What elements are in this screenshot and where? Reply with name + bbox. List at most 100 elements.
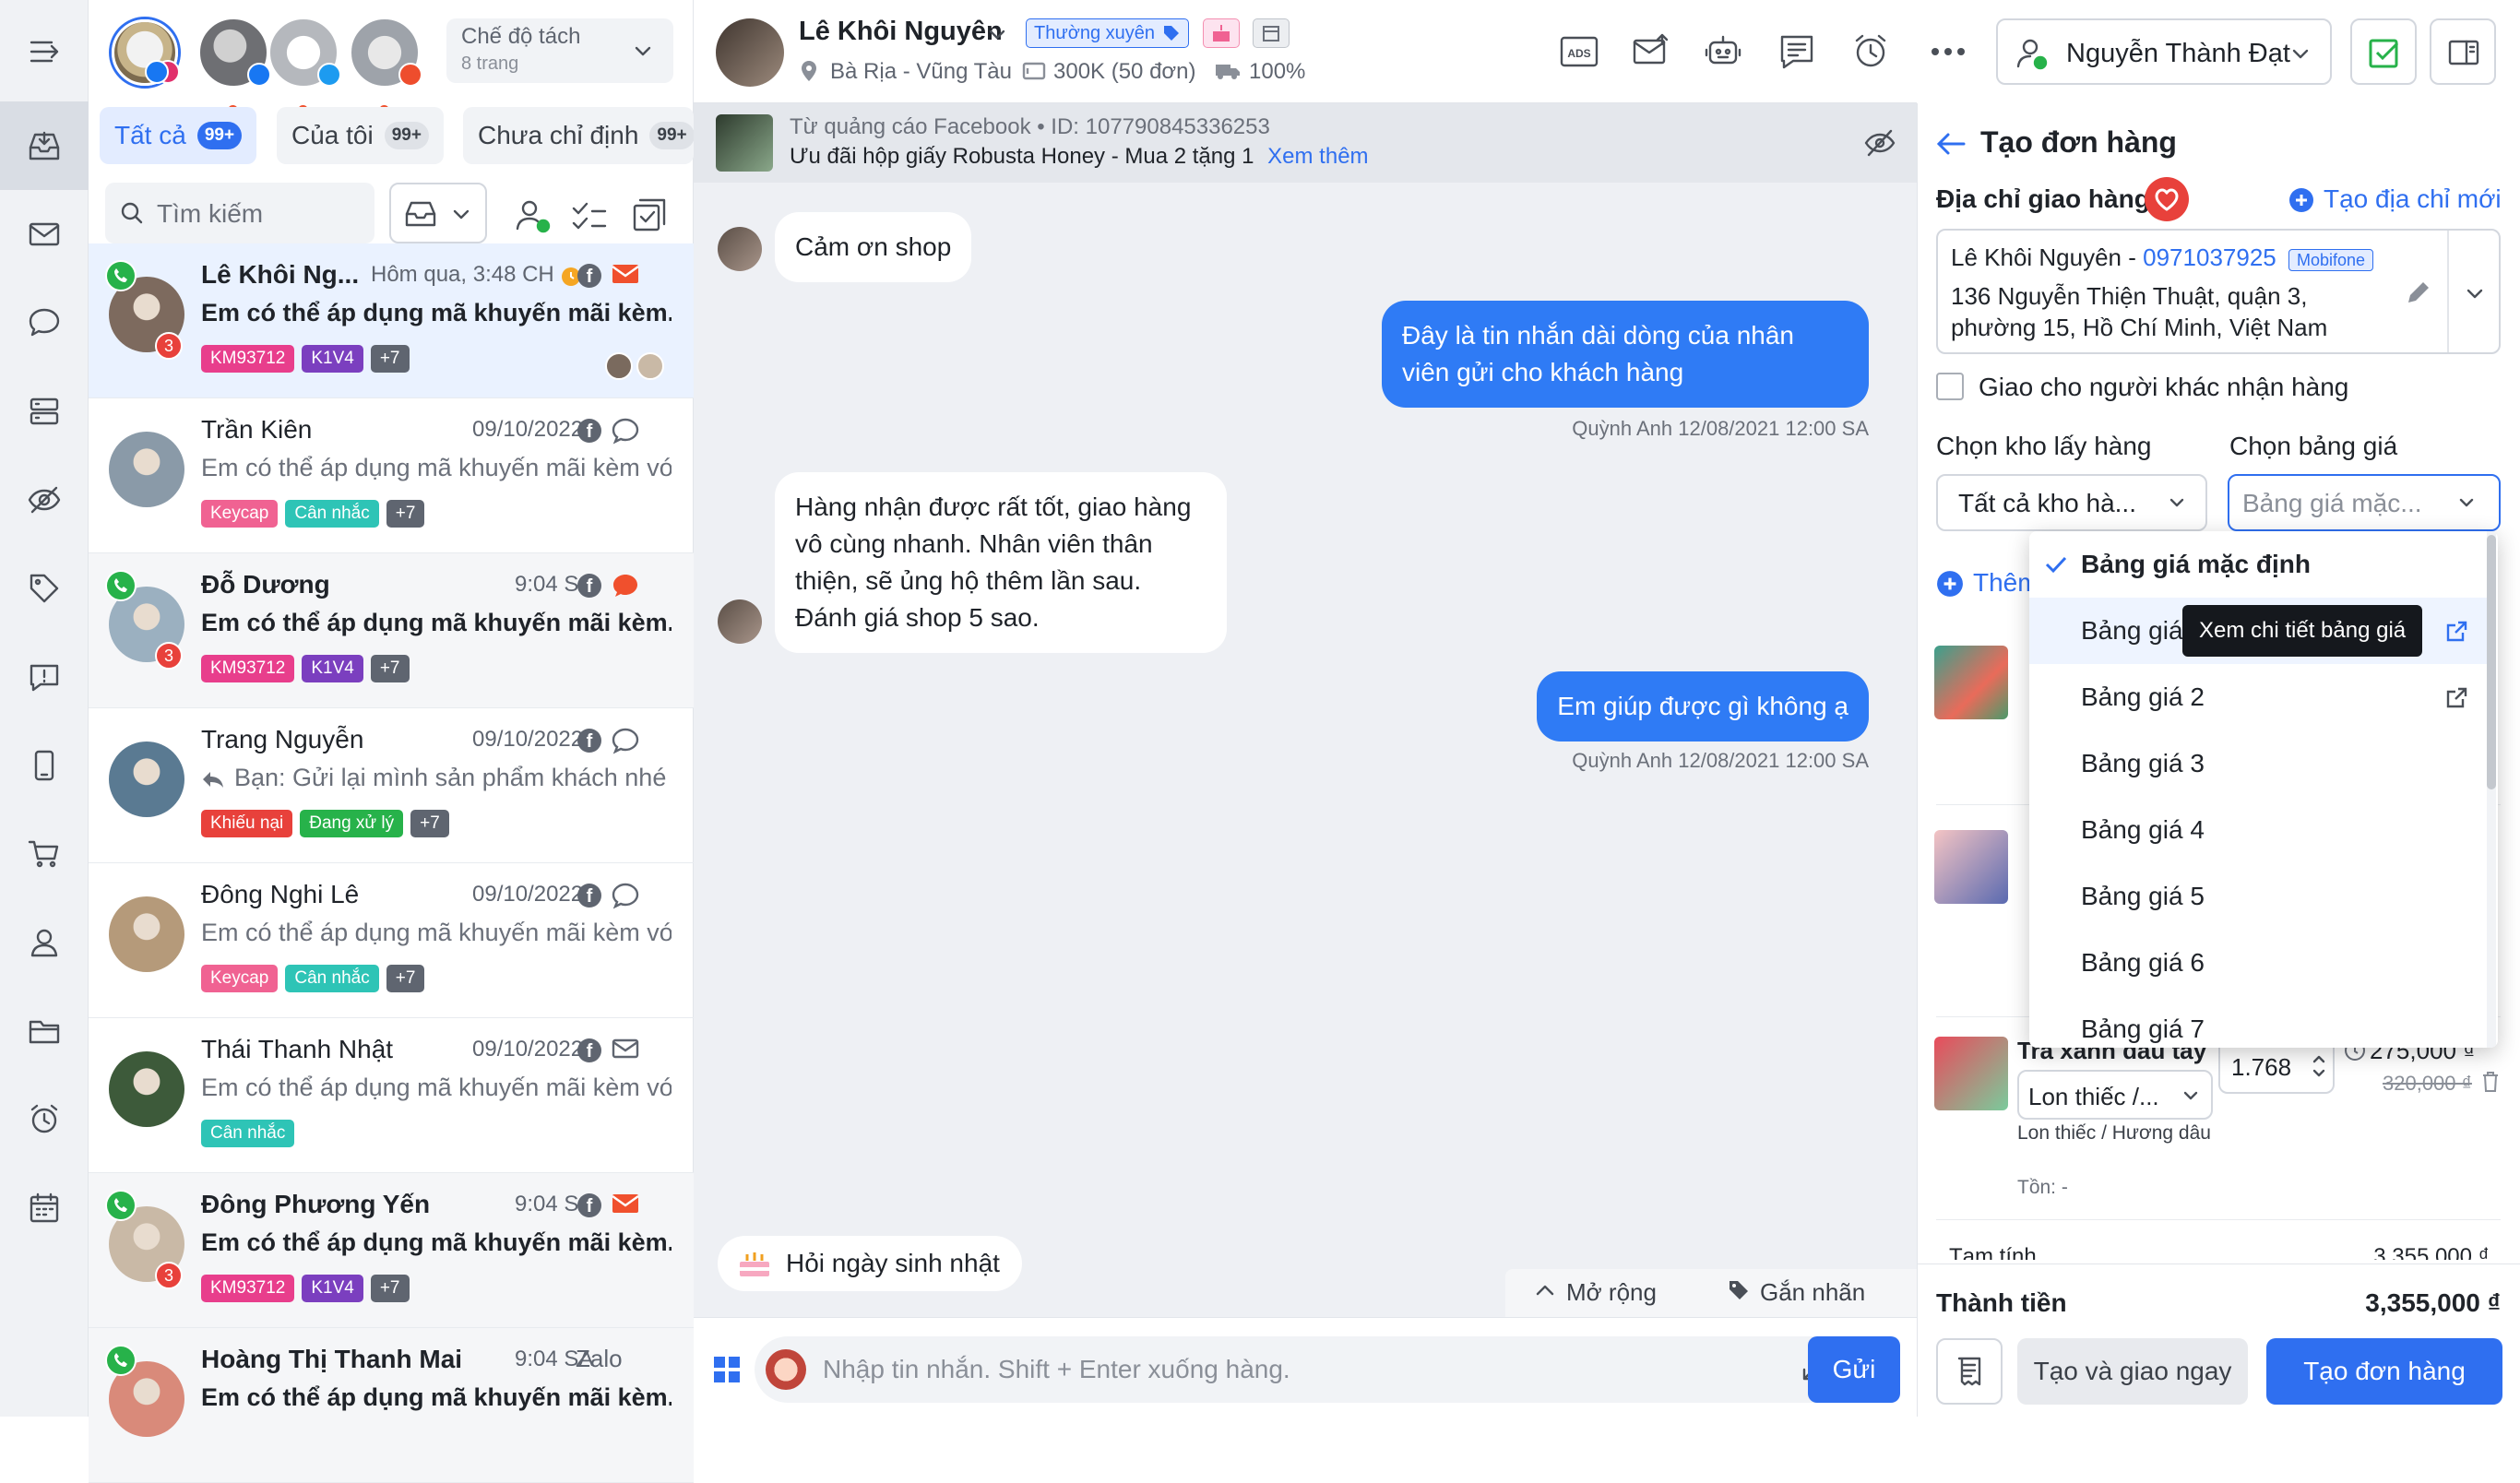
message-input[interactable]: Nhập tin nhắn. Shift + Enter xuống hàng. — [823, 1355, 1290, 1384]
back-arrow-icon[interactable] — [1934, 129, 1967, 159]
pricelist-option[interactable]: Bảng giá 2 — [2029, 664, 2490, 730]
item-qty[interactable]: 1.768 — [2231, 1053, 2291, 1082]
mail-icon[interactable] — [0, 190, 89, 279]
report-icon[interactable] — [0, 633, 89, 721]
dropdown-scrollbar[interactable] — [2487, 535, 2496, 789]
product-thumbnail[interactable] — [1934, 1037, 2008, 1110]
hidden-eye-icon[interactable] — [0, 456, 89, 544]
tab-mine[interactable]: Của tôi 99+ — [277, 107, 444, 164]
product-thumbnail[interactable] — [1934, 830, 2008, 904]
add-product-link[interactable]: Thêm — [1936, 568, 2039, 598]
customer-name[interactable]: Lê Khôi Nguyên — [799, 17, 1003, 47]
cart-icon[interactable] — [0, 810, 89, 898]
pricelist-value[interactable]: Bảng giá mặc... — [2242, 489, 2422, 518]
inbox-icon[interactable] — [0, 101, 89, 190]
more-options-icon[interactable] — [1930, 41, 1967, 63]
search-input[interactable]: Tìm kiếm — [157, 199, 263, 229]
customer-avatar[interactable] — [716, 18, 784, 87]
mark-resolved-button[interactable] — [2350, 18, 2417, 85]
mark-done-list-icon[interactable] — [568, 196, 609, 236]
ad-info: Ưu đãi hộp giấy Robusta Honey - Mua 2 tặ… — [790, 144, 1369, 170]
pricelist-option[interactable]: Bảng giá mặc định — [2029, 531, 2490, 598]
contact-avatar[interactable] — [109, 742, 184, 817]
apps-grid-icon[interactable] — [712, 1355, 742, 1384]
warehouse-select[interactable]: Tất cả kho hà... — [1936, 474, 2207, 531]
pricelist-select[interactable]: Bảng giá mặc... — [2228, 474, 2501, 531]
account-avatar-3[interactable] — [267, 17, 341, 115]
sender-avatar[interactable] — [766, 1349, 806, 1390]
search-box[interactable]: Tìm kiếm — [105, 183, 374, 243]
conversation-row[interactable]: Hoàng Thị Thanh Mai 9:04 SA Zalo Em có t… — [89, 1328, 694, 1483]
create-and-deliver-button[interactable]: Tạo và giao ngay — [2017, 1338, 2248, 1405]
message-in[interactable]: Hàng nhận được rất tốt, giao hàng vô cùn… — [775, 472, 1227, 653]
conversation-row[interactable]: Đông Nghi Lê 09/10/2022 f Em có thể áp d… — [89, 863, 694, 1018]
reminder-clock-icon[interactable] — [1850, 31, 1891, 72]
chatbot-icon[interactable] — [1703, 31, 1743, 72]
mobile-icon[interactable] — [0, 721, 89, 810]
chevron-down-icon[interactable] — [985, 22, 1009, 46]
agent-selector[interactable]: Nguyễn Thành Đạt — [1996, 18, 2332, 85]
address-phone[interactable]: 0971037925 — [2143, 243, 2276, 271]
other-receiver-checkbox[interactable] — [1936, 373, 1964, 400]
tag-icon[interactable] — [0, 544, 89, 633]
item-variant-select[interactable]: Lon thiếc /... — [2017, 1070, 2213, 1120]
external-link-icon[interactable] — [2444, 620, 2468, 644]
contact-avatar[interactable] — [109, 432, 184, 507]
ads-icon[interactable]: ADS — [1559, 33, 1599, 70]
contact-icon[interactable] — [0, 898, 89, 987]
assign-user-icon[interactable] — [513, 196, 553, 236]
new-address-link[interactable]: Tạo địa chỉ mới — [2288, 184, 2502, 214]
inbox-filter-dropdown[interactable] — [389, 183, 487, 243]
conversation-row[interactable]: 3 Đông Phương Yến 9:04 SA f Em có thể áp… — [89, 1173, 694, 1328]
address-card[interactable]: Lê Khôi Nguyên - 0971037925 Mobifone 136… — [1936, 229, 2501, 354]
chat-icon[interactable] — [0, 279, 89, 367]
add-label-button[interactable]: Gắn nhãn — [1727, 1278, 1865, 1307]
alarm-icon[interactable] — [0, 1075, 89, 1164]
message-input-box[interactable]: Nhập tin nhắn. Shift + Enter xuống hàng. — [755, 1336, 1861, 1403]
birthday-quick-reply[interactable]: Hỏi ngày sinh nhật — [718, 1236, 1022, 1291]
pricelist-option[interactable]: Bảng giá 7 — [2029, 996, 2490, 1048]
server-icon[interactable] — [0, 367, 89, 456]
stepper-arrows-icon[interactable] — [2311, 1051, 2327, 1081]
ad-thumbnail[interactable] — [716, 114, 773, 172]
trash-icon[interactable] — [2480, 1070, 2501, 1094]
notes-icon[interactable] — [1777, 31, 1817, 72]
folder-icon[interactable] — [0, 987, 89, 1075]
hide-eye-icon[interactable] — [1863, 127, 1896, 159]
send-button[interactable]: Gửi — [1808, 1336, 1900, 1403]
contact-avatar[interactable] — [109, 896, 184, 972]
conversation-row[interactable]: 3 Đỗ Dương 9:04 SA f Em có thể áp dụng m… — [89, 553, 694, 708]
external-link-icon[interactable] — [2444, 686, 2468, 710]
calendar-icon[interactable] — [0, 1164, 89, 1252]
tab-all[interactable]: Tất cả 99+ — [100, 107, 257, 164]
pricelist-option[interactable]: Bảng giá 6 — [2029, 930, 2490, 996]
ad-see-more-link[interactable]: Xem thêm — [1267, 144, 1368, 169]
split-mode-selector[interactable]: Chế độ tách 8 trang — [446, 18, 673, 83]
select-all-icon[interactable] — [629, 196, 670, 236]
send-mail-icon[interactable] — [1631, 31, 1671, 72]
menu-collapse-icon[interactable] — [0, 7, 89, 96]
conversation-row[interactable]: Trang Nguyễn 09/10/2022 f Bạn: Gửi lại m… — [89, 708, 694, 863]
message-out[interactable]: Em giúp được gì không ạ — [1537, 671, 1869, 742]
conversation-row[interactable]: Trần Kiên 09/10/2022 f Em có thể áp dụng… — [89, 398, 694, 553]
pricelist-option[interactable]: Bảng giá 4 — [2029, 797, 2490, 863]
edit-pencil-icon[interactable] — [2403, 277, 2434, 308]
account-avatar-2[interactable] — [197, 17, 271, 115]
account-avatar-1[interactable] — [109, 17, 181, 89]
pricelist-option[interactable]: Bảng giá 3 — [2029, 730, 2490, 797]
create-order-button[interactable]: Tạo đơn hàng — [2266, 1338, 2502, 1405]
message-in[interactable]: Cảm ơn shop — [775, 212, 972, 282]
message-out[interactable]: Đây là tin nhắn dài dòng của nhân viên g… — [1382, 301, 1869, 408]
pricelist-option[interactable]: Bảng giá 5 — [2029, 863, 2490, 930]
conversation-row[interactable]: 3 Lê Khôi Ng... Hôm qua, 3:48 CH f Em có… — [89, 243, 694, 398]
toggle-sidepanel-button[interactable] — [2430, 18, 2496, 85]
account-avatar-4[interactable] — [349, 17, 422, 115]
contact-avatar[interactable] — [109, 1051, 184, 1127]
product-thumbnail[interactable] — [1934, 646, 2008, 719]
chevron-down-icon[interactable] — [2464, 282, 2486, 304]
order-notes-button[interactable] — [1936, 1338, 2003, 1405]
expand-button[interactable]: Mở rộng — [1533, 1278, 1657, 1307]
tab-unassigned[interactable]: Chưa chỉ định 99+ — [463, 107, 694, 164]
conversation-row[interactable]: Thái Thanh Nhật 09/10/2022 f Em có thể á… — [89, 1018, 694, 1173]
heart-icon[interactable] — [2145, 177, 2189, 221]
